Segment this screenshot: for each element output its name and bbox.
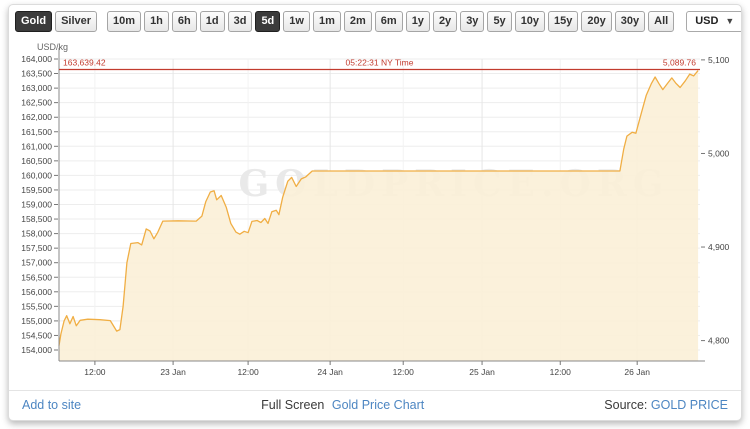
price-chart: GOLDPRICE.ORG154,000154,500155,000155,50… (9, 38, 741, 390)
svg-text:156,000: 156,000 (21, 287, 52, 297)
range-button-2m[interactable]: 2m (344, 11, 372, 32)
range-button-10y[interactable]: 10y (515, 11, 545, 32)
svg-text:12:00: 12:00 (550, 367, 572, 377)
range-button-30y[interactable]: 30y (615, 11, 645, 32)
range-button-1d[interactable]: 1d (200, 11, 225, 32)
range-button-2y[interactable]: 2y (433, 11, 457, 32)
svg-text:162,000: 162,000 (21, 112, 52, 122)
range-button-all[interactable]: All (648, 11, 674, 32)
range-button-1y[interactable]: 1y (406, 11, 430, 32)
metal-button-silver[interactable]: Silver (55, 11, 97, 32)
svg-text:4,800: 4,800 (708, 336, 730, 346)
svg-text:161,000: 161,000 (21, 141, 52, 151)
price-area (59, 71, 698, 361)
svg-text:160,500: 160,500 (21, 156, 52, 166)
source-link[interactable]: GOLD PRICE (651, 398, 728, 412)
chevron-down-icon: ▼ (725, 15, 734, 28)
svg-text:25 Jan: 25 Jan (469, 367, 495, 377)
footer-bar: Add to site Full Screen Gold Price Chart… (9, 390, 741, 419)
svg-text:5,000: 5,000 (708, 148, 730, 158)
range-button-5y[interactable]: 5y (487, 11, 511, 32)
svg-text:162,500: 162,500 (21, 98, 52, 108)
current-price-kg-label: 163,639.42 (63, 57, 106, 67)
range-button-20y[interactable]: 20y (581, 11, 611, 32)
svg-text:154,500: 154,500 (21, 330, 52, 340)
svg-text:161,500: 161,500 (21, 127, 52, 137)
full-screen-label: Full Screen (261, 398, 324, 412)
svg-text:155,500: 155,500 (21, 301, 52, 311)
svg-text:159,500: 159,500 (21, 185, 52, 195)
range-button-3y[interactable]: 3y (460, 11, 484, 32)
svg-text:163,500: 163,500 (21, 69, 52, 79)
svg-text:12:00: 12:00 (393, 367, 415, 377)
range-button-10m[interactable]: 10m (107, 11, 141, 32)
svg-text:158,000: 158,000 (21, 229, 52, 239)
svg-text:154,000: 154,000 (21, 345, 52, 355)
footer-source: Source: GOLD PRICE (604, 398, 728, 412)
gold-price-chart-link[interactable]: Gold Price Chart (332, 398, 424, 412)
range-button-1m[interactable]: 1m (313, 11, 341, 32)
svg-text:4,900: 4,900 (708, 242, 730, 252)
ny-time-label: 05:22:31 NY Time (346, 57, 414, 67)
current-price-oz-label: 5,089.76 (663, 57, 696, 67)
svg-text:24 Jan: 24 Jan (317, 367, 343, 377)
source-label: Source: (604, 398, 647, 412)
range-button-3d[interactable]: 3d (228, 11, 253, 32)
svg-text:26 Jan: 26 Jan (624, 367, 650, 377)
currency-value: USD (695, 15, 718, 28)
footer-center: Full Screen Gold Price Chart (261, 398, 424, 412)
svg-text:12:00: 12:00 (84, 367, 106, 377)
svg-text:23 Jan: 23 Jan (160, 367, 186, 377)
metal-button-gold[interactable]: Gold (15, 11, 52, 32)
svg-text:155,000: 155,000 (21, 316, 52, 326)
svg-text:12:00: 12:00 (237, 367, 259, 377)
metal-toggle-group: GoldSilver (15, 11, 100, 32)
svg-text:164,000: 164,000 (21, 54, 52, 64)
svg-text:157,500: 157,500 (21, 243, 52, 253)
svg-text:163,000: 163,000 (21, 83, 52, 93)
svg-text:159,000: 159,000 (21, 200, 52, 210)
range-button-6h[interactable]: 6h (172, 11, 197, 32)
unit-label: USD/kg (37, 42, 68, 52)
range-button-1h[interactable]: 1h (144, 11, 169, 32)
range-button-6m[interactable]: 6m (375, 11, 403, 32)
svg-text:160,000: 160,000 (21, 170, 52, 180)
svg-text:5,100: 5,100 (708, 55, 730, 65)
svg-text:158,500: 158,500 (21, 214, 52, 224)
range-button-15y[interactable]: 15y (548, 11, 578, 32)
gold-price-chart-widget: GoldSilver 10m1h6h1d3d5d1w1m2m6m1y2y3y5y… (8, 4, 742, 421)
currency-select[interactable]: USD ▼ (686, 11, 742, 32)
range-button-group: 10m1h6h1d3d5d1w1m2m6m1y2y3y5y10y15y20y30… (107, 11, 677, 32)
svg-text:156,500: 156,500 (21, 272, 52, 282)
add-to-site-link[interactable]: Add to site (22, 398, 81, 412)
toolbar: GoldSilver 10m1h6h1d3d5d1w1m2m6m1y2y3y5y… (9, 5, 741, 38)
range-button-1w[interactable]: 1w (283, 11, 310, 32)
svg-text:157,000: 157,000 (21, 258, 52, 268)
range-button-5d[interactable]: 5d (255, 11, 280, 32)
